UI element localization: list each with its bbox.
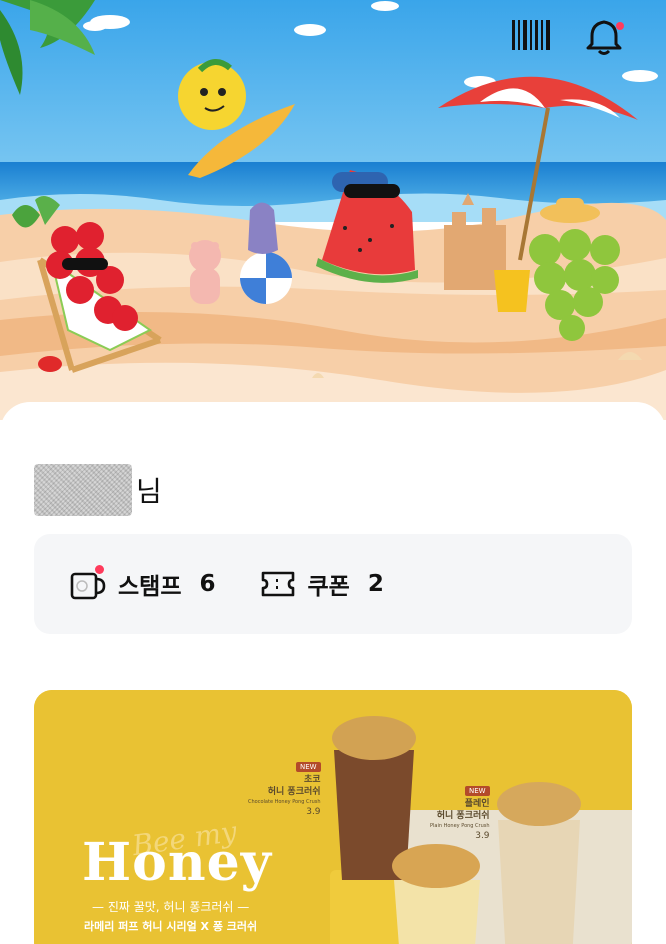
reward-summary: 스탬프 6 쿠폰 2 (34, 534, 632, 634)
product-name-line2: 허니 퐁크러쉬 (436, 811, 490, 821)
stamp-new-dot (95, 565, 104, 574)
promo-banner[interactable]: NEW 초코 허니 퐁크러쉬 Chocolate Honey Pong Crus… (34, 690, 632, 944)
cup-icon (70, 565, 106, 600)
promo-subtitle-2: 라메리 퍼프 허니 시리얼 X 퐁 크러쉬 (84, 920, 258, 933)
product-price: 3.9 (306, 807, 321, 817)
stamp-count: 6 (199, 571, 216, 597)
stamp-summary-button[interactable]: 스탬프 6 (70, 565, 216, 601)
product-tag-choco: NEW 초코 허니 퐁크러쉬 Chocolate Honey Pong Crus… (248, 754, 321, 818)
product-name-line1: 초코 (303, 775, 321, 785)
user-name-redacted (34, 464, 132, 516)
notification-dot (616, 22, 624, 30)
promo-subtitle: — 진짜 꿀맛, 허니 퐁크러쉬 — (92, 900, 250, 914)
coupon-summary-button[interactable]: 쿠폰 2 (260, 567, 384, 601)
product-name-en: Plain Honey Pong Crush (430, 823, 490, 829)
coupon-label: 쿠폰 (307, 574, 350, 600)
coupon-count: 2 (367, 571, 384, 597)
promo-title: Honey (82, 832, 272, 893)
new-badge: NEW (295, 762, 321, 772)
product-name-line2: 허니 퐁크러쉬 (267, 787, 321, 797)
barcode-icon[interactable] (512, 18, 556, 62)
product-tag-plain: NEW 플레인 허니 퐁크러쉬 Plain Honey Pong Crush 3… (430, 778, 490, 842)
stamp-label: 스탬프 (118, 574, 182, 600)
beach-illustration (0, 0, 666, 420)
user-greeting: 님 (34, 464, 162, 516)
new-badge: NEW (464, 786, 490, 796)
bell-icon[interactable] (586, 18, 630, 62)
product-name-line1: 플레인 (464, 799, 490, 809)
product-price: 3.9 (475, 831, 490, 841)
product-name-en: Chocolate Honey Pong Crush (248, 799, 321, 805)
home-sheet: 님 스탬프 6 쿠폰 2 NEW 초코 허니 퐁크러쉬 Chocolate Ho… (0, 402, 666, 944)
ticket-icon (260, 570, 296, 598)
hero-banner (0, 0, 666, 420)
greeting-suffix: 님 (136, 475, 162, 508)
